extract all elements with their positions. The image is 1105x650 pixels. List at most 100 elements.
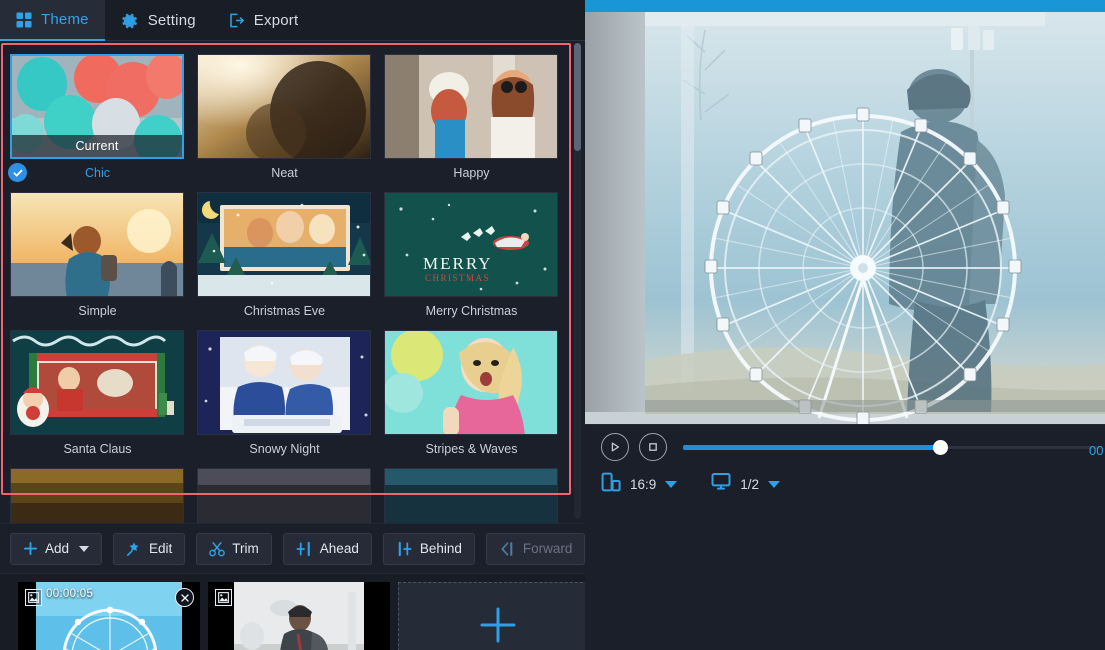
theme-thumbnail-image xyxy=(385,55,557,158)
clip-duration-label: 00:00:05 xyxy=(46,588,93,600)
theme-row: Current Chic xyxy=(5,49,573,187)
seek-handle[interactable] xyxy=(933,440,948,455)
theme-thumbnail[interactable]: Current xyxy=(10,54,184,159)
trim-button[interactable]: Trim xyxy=(196,533,272,565)
image-icon xyxy=(25,589,42,606)
preview-panel: 00 16:9 xyxy=(585,0,1105,650)
theme-name: Snowy Night xyxy=(249,442,319,456)
video-preview[interactable] xyxy=(585,0,1105,424)
tab-setting-label: Setting xyxy=(148,12,196,29)
plus-icon xyxy=(23,541,38,556)
timeline-clip[interactable]: 00:00:05 xyxy=(18,582,200,650)
tab-export[interactable]: Export xyxy=(212,0,315,41)
add-button[interactable]: Add xyxy=(10,533,102,565)
theme-scrollbar[interactable] xyxy=(574,43,581,519)
app-window: Theme Setting Export xyxy=(0,0,1105,650)
tab-theme[interactable]: Theme xyxy=(0,0,105,41)
wand-icon xyxy=(126,541,142,557)
chevron-down-icon[interactable] xyxy=(79,546,89,552)
theme-item-partial[interactable] xyxy=(192,463,379,523)
edit-button-label: Edit xyxy=(149,541,172,556)
theme-item-partial[interactable] xyxy=(379,463,566,523)
ahead-button[interactable]: Ahead xyxy=(283,533,372,565)
theme-name: Simple xyxy=(78,304,116,318)
gear-icon xyxy=(121,12,139,30)
screen-scale-control[interactable]: 1/2 xyxy=(711,472,780,496)
theme-item-christmas-eve[interactable]: Christmas Eve xyxy=(192,187,379,325)
theme-thumbnail[interactable] xyxy=(384,330,558,435)
theme-item-partial[interactable] xyxy=(5,463,192,523)
theme-name: Chic xyxy=(85,166,110,180)
edit-button[interactable]: Edit xyxy=(113,533,185,565)
theme-thumbnail[interactable] xyxy=(10,330,184,435)
timeline-clip[interactable] xyxy=(208,582,390,650)
monitor-icon xyxy=(711,472,731,496)
theme-thumbnail-image xyxy=(11,331,183,434)
image-icon xyxy=(215,589,232,606)
move-forward-icon xyxy=(499,541,516,557)
behind-button[interactable]: Behind xyxy=(383,533,475,565)
chevron-down-icon[interactable] xyxy=(665,481,677,488)
chevron-down-icon[interactable] xyxy=(768,481,780,488)
theme-thumbnail-image xyxy=(198,331,370,434)
theme-name: Happy xyxy=(453,166,489,180)
theme-row-partial xyxy=(5,463,573,523)
theme-caption: Chic xyxy=(10,159,185,187)
theme-caption: Snowy Night xyxy=(197,435,372,463)
behind-button-label: Behind xyxy=(420,541,462,556)
theme-thumbnail[interactable] xyxy=(197,192,371,297)
insert-behind-icon xyxy=(396,541,413,557)
theme-thumbnail[interactable] xyxy=(197,468,371,523)
theme-thumbnail[interactable] xyxy=(10,468,184,523)
theme-item-stripes-waves[interactable]: Stripes & Waves xyxy=(379,325,566,463)
export-icon xyxy=(228,12,245,29)
theme-item-santa-claus[interactable]: Santa Claus xyxy=(5,325,192,463)
screen-scale-value: 1/2 xyxy=(740,477,759,492)
theme-item-neat[interactable]: Neat xyxy=(192,49,379,187)
tab-setting[interactable]: Setting xyxy=(105,0,212,41)
tab-export-label: Export xyxy=(254,12,299,29)
left-panel: Theme Setting Export xyxy=(0,0,585,650)
theme-scroll-container[interactable]: Current Chic xyxy=(0,41,573,523)
theme-scrollbar-thumb[interactable] xyxy=(574,43,581,151)
theme-thumbnail[interactable] xyxy=(384,54,558,159)
aspect-ratio-control[interactable]: 16:9 xyxy=(601,472,677,497)
current-theme-badge: Current xyxy=(12,135,182,157)
seek-slider[interactable] xyxy=(683,436,1101,458)
theme-row: Santa Claus xyxy=(5,325,573,463)
theme-item-simple[interactable]: Simple xyxy=(5,187,192,325)
theme-thumbnail-image xyxy=(385,331,557,434)
close-icon[interactable] xyxy=(175,588,194,607)
theme-caption: Santa Claus xyxy=(10,435,185,463)
seek-progress-fill xyxy=(683,445,940,450)
theme-thumbnail-image xyxy=(198,469,370,523)
theme-item-chic[interactable]: Current Chic xyxy=(5,49,192,187)
theme-thumbnail-image xyxy=(11,469,183,523)
svg-text:CHRISTMAS: CHRISTMAS xyxy=(425,273,490,283)
forward-button[interactable]: Forward xyxy=(486,533,586,565)
preview-options-row: 16:9 1/2 xyxy=(601,469,780,499)
stop-button[interactable] xyxy=(639,433,667,461)
theme-grid-panel: Current Chic xyxy=(0,41,585,523)
aspect-ratio-value: 16:9 xyxy=(630,477,656,492)
insert-ahead-icon xyxy=(296,541,313,557)
add-media-dropzone[interactable] xyxy=(398,582,598,650)
theme-item-merry-christmas[interactable]: MERRY CHRISTMAS xyxy=(379,187,566,325)
clip-thumbnail xyxy=(208,582,390,650)
theme-caption: Merry Christmas xyxy=(384,297,559,325)
theme-thumbnail[interactable] xyxy=(10,192,184,297)
theme-thumbnail[interactable]: MERRY CHRISTMAS xyxy=(384,192,558,297)
theme-thumbnail[interactable] xyxy=(197,54,371,159)
theme-name: Stripes & Waves xyxy=(426,442,518,456)
theme-name: Santa Claus xyxy=(63,442,131,456)
tab-theme-label: Theme xyxy=(41,11,89,28)
theme-thumbnail[interactable] xyxy=(384,468,558,523)
theme-item-happy[interactable]: Happy xyxy=(379,49,566,187)
ahead-button-label: Ahead xyxy=(320,541,359,556)
theme-thumbnail[interactable] xyxy=(197,330,371,435)
theme-caption: Christmas Eve xyxy=(197,297,372,325)
theme-item-snowy-night[interactable]: Snowy Night xyxy=(192,325,379,463)
check-icon xyxy=(8,163,27,182)
tab-bar: Theme Setting Export xyxy=(0,0,585,41)
play-button[interactable] xyxy=(601,433,629,461)
